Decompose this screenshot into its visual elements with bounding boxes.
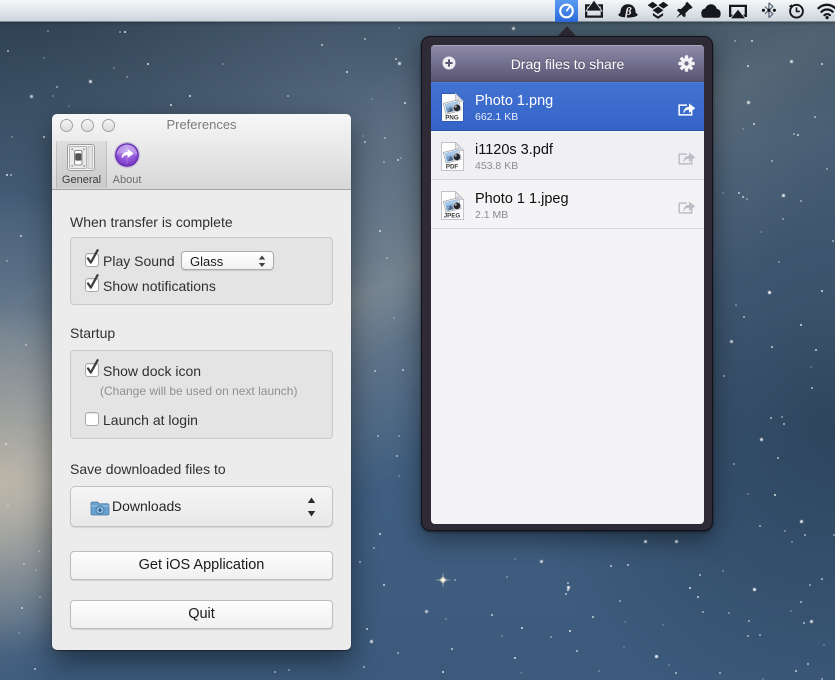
svg-text:JPEG: JPEG — [444, 213, 461, 220]
svg-text:PDF: PDF — [446, 164, 459, 171]
svg-text:PNG: PNG — [445, 115, 459, 122]
svg-text:β: β — [624, 4, 632, 18]
